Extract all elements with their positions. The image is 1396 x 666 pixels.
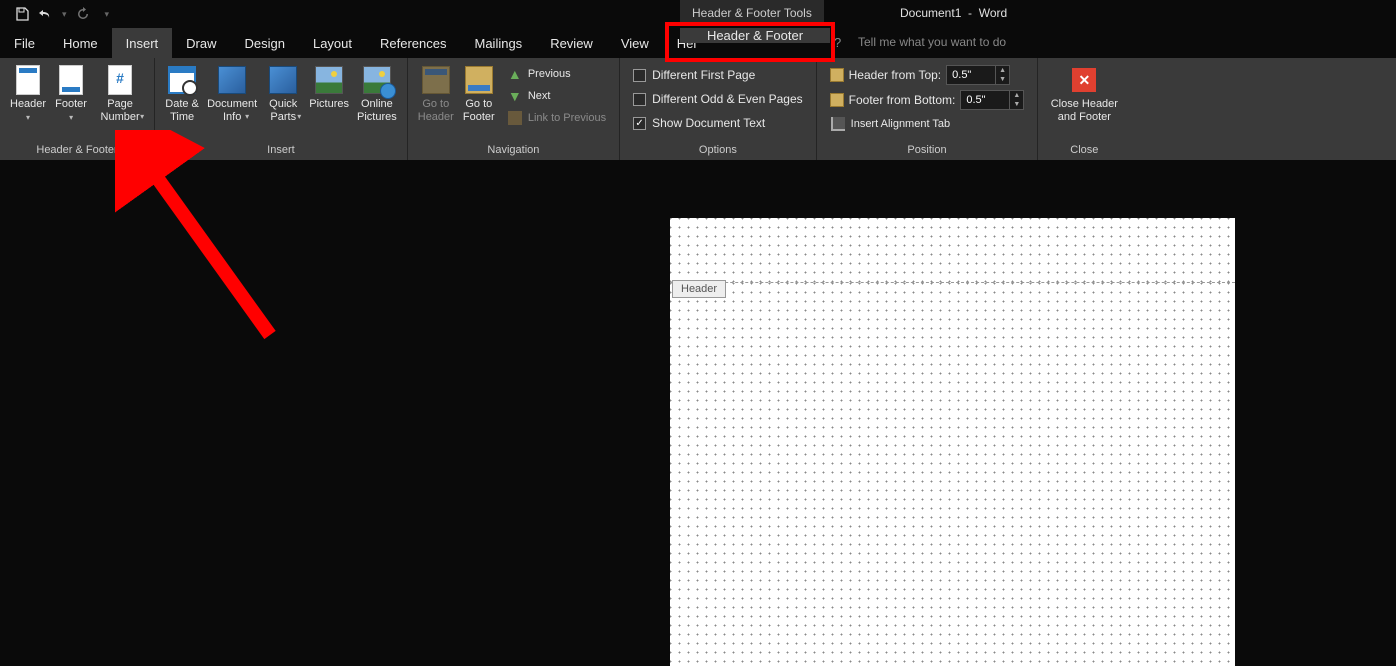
- group-label: Insert: [155, 142, 407, 160]
- tab-draw[interactable]: Draw: [172, 28, 230, 58]
- show-document-text-checkbox[interactable]: Show Document Text: [630, 114, 806, 132]
- group-label: Header & Footer: [0, 142, 154, 160]
- page-number-button[interactable]: Page Number: [92, 62, 148, 125]
- header-icon: [12, 64, 44, 96]
- checkbox-icon: [633, 93, 646, 106]
- date-time-button[interactable]: Date & Time: [161, 62, 203, 125]
- online-pictures-button[interactable]: Online Pictures: [353, 62, 401, 125]
- close-icon: ✕: [1068, 64, 1100, 96]
- document-info-button[interactable]: Document Info: [203, 62, 261, 125]
- doc-name: Document1: [900, 6, 961, 20]
- header-button[interactable]: Header: [6, 62, 50, 125]
- group-label: Options: [620, 142, 816, 160]
- link-to-previous-button: Link to Previous: [504, 108, 609, 128]
- ribbon: Header Footer Page Number Header & Foote…: [0, 58, 1396, 160]
- spin-down-icon[interactable]: ▼: [1010, 100, 1023, 109]
- previous-button[interactable]: ▲ Previous: [504, 64, 609, 84]
- tab-view[interactable]: View: [607, 28, 663, 58]
- tab-mailings[interactable]: Mailings: [461, 28, 537, 58]
- tab-review[interactable]: Review: [536, 28, 607, 58]
- ruler-icon: [830, 93, 844, 107]
- goto-footer-icon: [463, 64, 495, 96]
- spin-up-icon[interactable]: ▲: [996, 66, 1009, 75]
- goto-footer-button[interactable]: Go to Footer: [458, 62, 500, 125]
- link-icon: [507, 110, 523, 126]
- next-button[interactable]: ▼ Next: [504, 86, 609, 106]
- page-number-icon: [104, 64, 136, 96]
- app-name: Word: [979, 6, 1007, 20]
- tab-design[interactable]: Design: [231, 28, 299, 58]
- title-bar: ▾ ▾ Header & Footer Tools Document1 - Wo…: [0, 0, 1396, 28]
- document-title: Document1 - Word: [900, 6, 1007, 20]
- footer-from-bottom-row: Footer from Bottom: ▲▼: [827, 89, 1028, 111]
- footer-from-bottom-input[interactable]: ▲▼: [960, 90, 1024, 110]
- spin-up-icon[interactable]: ▲: [1010, 91, 1023, 100]
- goto-header-icon: [420, 64, 452, 96]
- group-options: Different First Page Different Odd & Eve…: [620, 58, 817, 160]
- arrow-down-icon: ▼: [507, 88, 523, 104]
- online-pictures-icon: [361, 64, 393, 96]
- document-canvas[interactable]: Header: [0, 160, 1396, 666]
- header-tag-label: Header: [672, 280, 726, 298]
- header-from-top-input[interactable]: ▲▼: [946, 65, 1010, 85]
- tab-references[interactable]: References: [366, 28, 460, 58]
- tab-insert[interactable]: Insert: [112, 28, 173, 58]
- help-icon[interactable]: ?: [834, 35, 841, 50]
- alignment-tab-icon: [830, 116, 846, 132]
- quick-access-toolbar: ▾ ▾: [0, 4, 111, 24]
- group-navigation: Go to Header Go to Footer ▲ Previous ▼ N…: [408, 58, 620, 160]
- redo-icon[interactable]: [73, 4, 93, 24]
- tab-home[interactable]: Home: [49, 28, 112, 58]
- menu-bar: File Home Insert Draw Design Layout Refe…: [0, 28, 1396, 58]
- tab-layout[interactable]: Layout: [299, 28, 366, 58]
- different-first-page-checkbox[interactable]: Different First Page: [630, 66, 806, 84]
- close-header-footer-button[interactable]: ✕ Close Header and Footer: [1044, 62, 1124, 125]
- save-icon[interactable]: [12, 4, 32, 24]
- group-header-footer: Header Footer Page Number Header & Foote…: [0, 58, 155, 160]
- tell-me-search[interactable]: Tell me what you want to do: [858, 35, 1006, 49]
- arrow-up-icon: ▲: [507, 66, 523, 82]
- group-label: Navigation: [408, 142, 619, 160]
- page-body: [670, 282, 1235, 666]
- dropdown-icon[interactable]: ▾: [62, 9, 67, 20]
- spin-down-icon[interactable]: ▼: [996, 75, 1009, 84]
- calendar-icon: [166, 64, 198, 96]
- page[interactable]: Header: [670, 218, 1235, 666]
- footer-icon: [55, 64, 87, 96]
- checkbox-icon: [633, 69, 646, 82]
- quick-parts-button[interactable]: Quick Parts: [261, 62, 305, 125]
- tab-file[interactable]: File: [0, 28, 49, 58]
- tab-header-footer[interactable]: Header & Footer: [680, 28, 830, 43]
- goto-header-button: Go to Header: [414, 62, 458, 125]
- group-insert: Date & Time Document Info Quick Parts Pi…: [155, 58, 408, 160]
- footer-button[interactable]: Footer: [50, 62, 92, 125]
- header-edit-zone[interactable]: [670, 218, 1235, 282]
- insert-alignment-tab-button[interactable]: Insert Alignment Tab: [827, 114, 1028, 134]
- document-info-icon: [216, 64, 248, 96]
- qat-customize-icon[interactable]: ▾: [105, 9, 110, 20]
- group-label: Close: [1038, 142, 1130, 160]
- pictures-button[interactable]: Pictures: [305, 62, 353, 113]
- undo-icon[interactable]: [36, 4, 56, 24]
- group-position: Header from Top: ▲▼ Footer from Bottom: …: [817, 58, 1039, 160]
- ruler-icon: [830, 68, 844, 82]
- checkbox-checked-icon: [633, 117, 646, 130]
- contextual-tools-title: Header & Footer Tools: [680, 0, 824, 26]
- group-close: ✕ Close Header and Footer Close: [1038, 58, 1130, 160]
- quick-parts-icon: [267, 64, 299, 96]
- header-from-top-row: Header from Top: ▲▼: [827, 64, 1028, 86]
- pictures-icon: [313, 64, 345, 96]
- different-odd-even-checkbox[interactable]: Different Odd & Even Pages: [630, 90, 806, 108]
- group-label: Position: [817, 142, 1038, 160]
